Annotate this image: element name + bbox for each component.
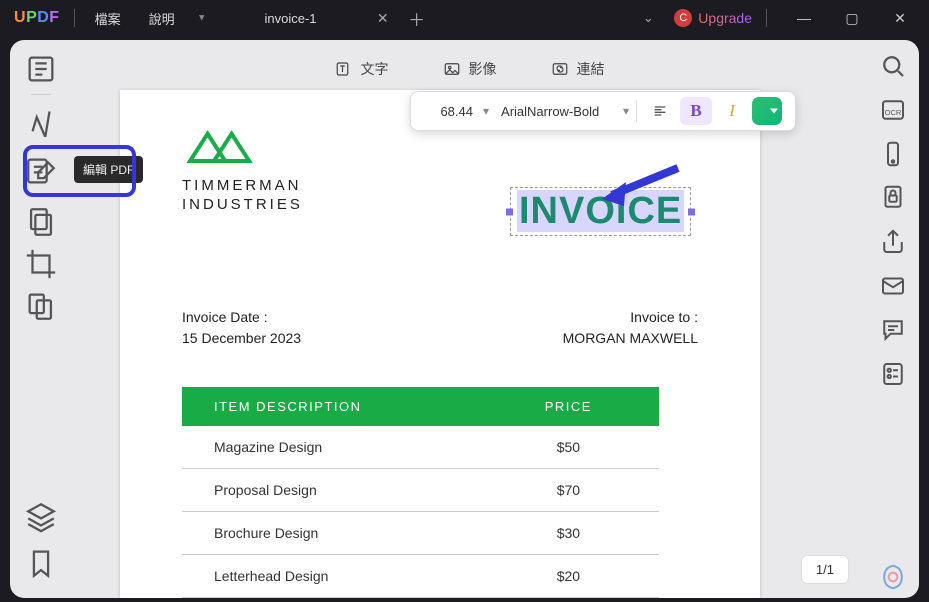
divider — [74, 9, 75, 27]
workspace-canvas: 編輯 PDF OCR — [10, 40, 919, 598]
company-logo — [182, 120, 282, 173]
maximize-button[interactable]: ▢ — [829, 0, 875, 36]
menu-help[interactable]: 說明 — [135, 0, 189, 36]
share-icon[interactable] — [878, 230, 908, 254]
invoice-to-label: Invoice to : — [563, 307, 698, 328]
italic-button[interactable]: I — [716, 97, 748, 125]
app-logo: UPDF — [6, 9, 68, 27]
text-format-toolbar: 68.44 ▾ ArialNarrow-Bold ▾ B I — [410, 91, 796, 131]
annotation-arrow — [600, 160, 680, 213]
page-indicator[interactable]: 1/1 — [801, 555, 849, 584]
comment-icon[interactable] — [878, 318, 908, 342]
font-color-button[interactable] — [752, 97, 782, 125]
table-row: Letterhead Design$20 — [182, 554, 659, 597]
table-row: Brochure Design$30 — [182, 511, 659, 554]
edit-link-tool[interactable]: 連結 — [551, 59, 605, 79]
tab-dropdown-icon[interactable]: ▴ — [199, 12, 205, 25]
crop-page-icon[interactable] — [24, 247, 58, 281]
menu-file[interactable]: 檔案 — [81, 0, 135, 36]
protect-icon[interactable] — [878, 186, 908, 210]
organize-pages-icon[interactable] — [24, 205, 58, 239]
edit-image-tool[interactable]: 影像 — [443, 59, 497, 79]
divider — [766, 9, 767, 27]
annotate-icon[interactable] — [24, 103, 58, 137]
font-family-field[interactable]: ArialNarrow-Bold ▾ — [501, 97, 629, 125]
table-subtotal-row: SUBTOTAL :$170 — [182, 597, 659, 598]
phone-preview-icon[interactable] — [878, 142, 908, 166]
ocr-icon[interactable]: OCR — [878, 98, 908, 122]
upgrade-avatar: C — [674, 9, 692, 27]
invoice-date-label: Invoice Date : — [182, 307, 301, 328]
email-icon[interactable] — [878, 274, 908, 298]
upgrade-button[interactable]: C Upgrade — [666, 4, 760, 32]
edit-text-label: 文字 — [361, 59, 389, 79]
align-left-button[interactable] — [644, 97, 676, 125]
table-header-description: ITEM DESCRIPTION — [182, 387, 478, 426]
updf-ai-icon[interactable] — [878, 574, 908, 598]
tabs-overflow-icon[interactable]: ⌄ — [630, 0, 666, 36]
search-icon[interactable] — [878, 54, 908, 78]
close-button[interactable]: ✕ — [877, 0, 923, 36]
svg-text:OCR: OCR — [885, 108, 902, 117]
right-toolbar: OCR — [867, 40, 919, 598]
edit-link-label: 連結 — [577, 59, 605, 79]
page-tools-icon[interactable] — [24, 289, 58, 323]
font-size-dropdown-icon[interactable]: ▾ — [481, 104, 497, 118]
upgrade-label: Upgrade — [698, 10, 752, 26]
document-tab[interactable]: ▴ invoice-1 ✕ — [189, 0, 399, 36]
reader-mode-icon[interactable] — [24, 52, 58, 86]
invoice-date-value: 15 December 2023 — [182, 328, 301, 349]
edit-subtoolbar: 文字 影像 連結 — [72, 54, 867, 84]
layers-icon[interactable] — [24, 500, 58, 534]
titlebar: UPDF 檔案 說明 ▴ invoice-1 ✕ ＋ ⌄ C Upgrade —… — [0, 0, 929, 36]
table-row: Proposal Design$70 — [182, 468, 659, 511]
tab-title: invoice-1 — [204, 11, 377, 26]
form-icon[interactable] — [878, 362, 908, 386]
invoice-table: ITEM DESCRIPTION PRICE Magazine Design$5… — [182, 387, 659, 599]
bold-button[interactable]: B — [680, 97, 712, 125]
font-family-dropdown-icon[interactable]: ▾ — [623, 104, 629, 118]
font-family-label: ArialNarrow-Bold — [501, 104, 599, 119]
invoice-info-row: Invoice Date : 15 December 2023 Invoice … — [182, 307, 698, 349]
invoice-to-value: MORGAN MAXWELL — [563, 328, 698, 349]
edit-image-label: 影像 — [469, 59, 497, 79]
new-tab-button[interactable]: ＋ — [399, 0, 435, 36]
font-size-field[interactable]: 68.44 — [419, 97, 477, 125]
company-name: TIMMERMANINDUSTRIES — [182, 177, 282, 215]
minimize-button[interactable]: — — [781, 0, 827, 36]
edit-text-tool[interactable]: 文字 — [335, 59, 389, 79]
bookmark-icon[interactable] — [24, 546, 58, 580]
table-header-price: PRICE — [478, 387, 659, 426]
table-row: Magazine Design$50 — [182, 426, 659, 469]
left-toolbar-highlight — [23, 145, 136, 197]
window-controls: — ▢ ✕ — [781, 0, 923, 36]
left-toolbar — [10, 40, 72, 598]
tab-close-icon[interactable]: ✕ — [377, 10, 389, 27]
